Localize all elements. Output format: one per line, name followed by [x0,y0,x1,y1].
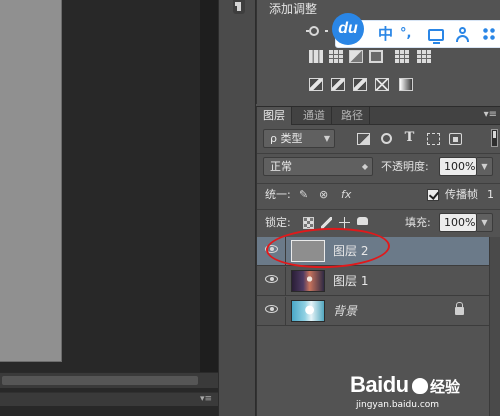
adjustment-row-3 [257,78,500,96]
blend-opacity-row: 正常 ◆ 不透明度: 100% ▼ [257,157,500,179]
lock-transparent-icon[interactable] [303,217,314,229]
filter-type-icon[interactable]: T [403,131,416,144]
divider [285,297,286,326]
status-bar: ▾≡ [0,392,218,406]
fill-dropdown-button[interactable]: ▼ [477,213,493,232]
color-lookup-icon[interactable] [417,50,431,63]
eye-icon[interactable] [265,275,278,283]
opacity-dropdown-button[interactable]: ▼ [477,157,493,176]
ime-language-toggle[interactable]: 中 [378,25,393,43]
ime-toolbar[interactable]: du 中 °, [332,13,500,48]
adjustments-title: 添加调整 [269,2,318,16]
blend-mode-value: 正常 [270,160,292,173]
horizontal-scrollbar[interactable] [0,372,218,388]
black-white-icon[interactable] [349,50,363,63]
divider [257,153,500,154]
filter-pixel-icon[interactable] [357,133,370,145]
propagate-frame-label: 传播帧 [445,188,478,201]
panel-menu-icon[interactable]: ▾≡ [484,109,497,120]
scrollbar-thumb[interactable] [2,376,198,385]
filter-adjustment-icon[interactable] [381,133,392,144]
tab-channels[interactable]: 通道 [297,107,332,125]
watermark-experience: 经验 [430,378,461,396]
gradient-map-icon[interactable] [399,78,413,91]
layers-panel-tabs: 图层 通道 路径 ▾≡ [257,107,500,125]
channel-mixer-icon[interactable] [395,50,409,63]
lock-all-icon[interactable] [357,217,368,225]
filter-shape-icon[interactable] [427,133,440,145]
opacity-input[interactable]: 100% [439,157,477,176]
fill-label: 填充: [405,216,431,229]
unify-visibility-icon[interactable]: ⊗ [319,185,328,204]
ime-punctuation-toggle[interactable]: °, [400,25,411,43]
ime-user-icon[interactable] [456,27,470,42]
divider [257,183,500,184]
layer-filter-dropdown[interactable]: ρ 类型 ▼ [263,129,335,148]
opacity-label: 不透明度: [381,160,429,173]
propagate-frame-value: 1 [487,188,494,201]
layer-filter-row: ρ 类型 ▼ T [257,129,500,151]
invert-icon[interactable] [309,78,323,91]
ime-menu-grid-icon[interactable] [482,27,496,41]
chevron-updown-icon: ◆ [361,162,368,171]
propagate-frame-checkbox[interactable] [427,189,439,201]
document-workspace[interactable]: ▾≡ [0,0,218,416]
lock-label: 锁定: [265,216,291,229]
eye-icon[interactable] [265,305,278,313]
workspace-gutter [200,0,218,372]
selective-color-icon[interactable] [375,78,389,91]
panel-grip-icon[interactable] [233,0,245,14]
status-menu-icon[interactable]: ▾≡ [200,394,212,404]
unify-label: 统一: [265,188,291,201]
layer-row[interactable]: 背景 [257,297,489,326]
divider [285,267,286,296]
layer-thumbnail [291,270,325,292]
threshold-icon[interactable] [353,78,367,91]
layer-name[interactable]: 图层 1 [333,267,368,296]
document-canvas[interactable] [0,0,62,362]
layer-row[interactable]: 图层 1 [257,267,489,296]
photo-filter-icon[interactable] [369,50,383,63]
posterize-icon[interactable] [331,78,345,91]
adjustments-panel: 添加调整 du 中 °, [256,0,500,104]
hue-saturation-icon[interactable] [309,50,323,63]
color-balance-icon[interactable] [329,50,343,63]
paw-icon [412,378,428,394]
chevron-down-icon: ▼ [323,134,330,143]
collapsed-panel-strip [218,0,256,416]
layer-filter-label: ρ 类型 [270,132,303,145]
adjustment-row-2 [257,50,500,68]
divider [257,209,500,210]
lock-icon [455,302,464,315]
blend-mode-dropdown[interactable]: 正常 ◆ [263,157,373,176]
filter-smart-object-icon[interactable] [449,133,462,145]
ime-keyboard-icon[interactable] [428,29,444,44]
unify-row: 统一: ✎ ⊗ fx 传播帧 1 [257,185,500,207]
layer-name[interactable]: 背景 [333,297,357,326]
right-panel-dock: 添加调整 du 中 °, 图层 通道 路径 ▾≡ ρ 类型 ▼ T 正常 ◆ 不… [256,0,500,416]
watermark-url: jingyan.baidu.com [356,400,440,410]
layer-thumbnail [291,300,325,322]
unify-position-icon[interactable]: ✎ [299,185,308,204]
tab-layers[interactable]: 图层 [257,107,292,125]
watermark: Baidu 经验 jingyan.baidu.com [350,372,500,416]
watermark-brand: Baidu [350,372,409,397]
fill-input[interactable]: 100% [439,213,477,232]
filter-toggle-switch[interactable] [491,129,498,147]
tab-paths[interactable]: 路径 [335,107,370,125]
ime-logo[interactable]: du [332,13,364,45]
unify-style-icon[interactable]: fx [341,185,351,204]
brightness-contrast-icon[interactable] [306,26,328,36]
